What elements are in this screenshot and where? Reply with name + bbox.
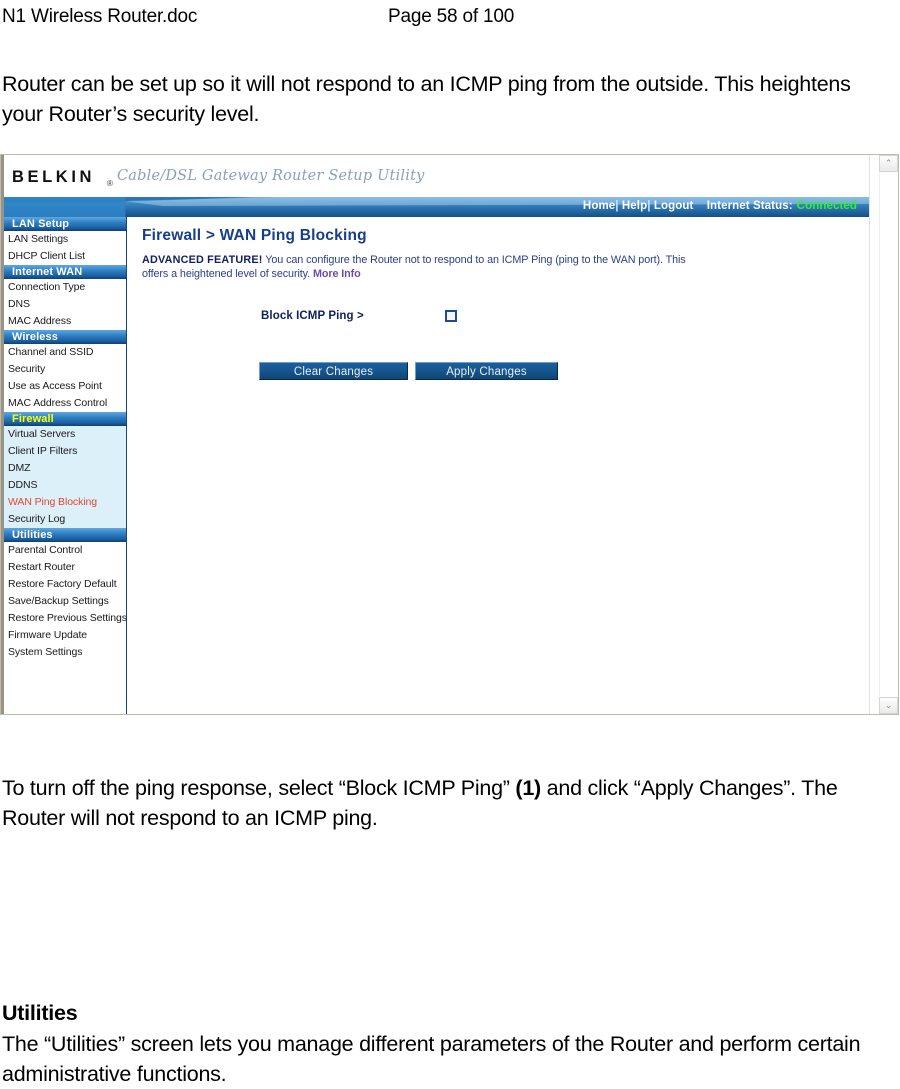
instruction-paragraph: To turn off the ping response, select “B…	[2, 773, 862, 833]
sidebar-item-restart-router[interactable]: Restart Router	[4, 559, 126, 576]
scroll-down-arrow-icon[interactable]: ⌄	[879, 697, 898, 714]
router-setup-utility-screenshot: BELKIN ® Cable/DSL Gateway Router Setup …	[0, 154, 899, 715]
nav-separator-2: |	[647, 200, 651, 212]
scrollbar-track[interactable]	[879, 173, 898, 696]
sidebar-group-lan-setup: LAN Settings DHCP Client List	[4, 231, 126, 265]
sidebar-item-restore-factory-default[interactable]: Restore Factory Default	[4, 576, 126, 593]
intro-paragraph: Router can be set up so it will not resp…	[2, 72, 851, 126]
instruction-callout-number: (1)	[515, 776, 541, 800]
sidebar-item-use-as-access-point[interactable]: Use as Access Point	[4, 378, 126, 395]
sidebar-section-lan-setup: LAN Setup	[4, 217, 126, 231]
sidebar-item-save-backup-settings[interactable]: Save/Backup Settings	[4, 593, 126, 610]
button-row: Clear Changes Apply Changes	[128, 362, 869, 380]
nav-home-link[interactable]: Home	[583, 200, 615, 212]
sidebar-section-firewall: Firewall	[4, 412, 126, 426]
utilities-heading: Utilities	[2, 1001, 78, 1025]
sidebar-item-lan-settings[interactable]: LAN Settings	[4, 231, 126, 248]
internet-status-value: Connected	[796, 200, 857, 212]
block-icmp-ping-checkbox[interactable]	[445, 310, 457, 322]
nav-separator-1: |	[615, 200, 619, 212]
sidebar-group-utilities: Parental Control Restart Router Restore Fa…	[4, 542, 127, 661]
top-nav-links: Home| Help| Logout Internet Status: Conne…	[583, 200, 857, 212]
top-navigation-bar: Home| Help| Logout Internet Status: Conne…	[4, 197, 869, 217]
content-pane: Firewall > WAN Ping Blocking ADVANCED FE…	[128, 217, 869, 714]
sidebar-group-internet-wan: Connection Type DNS MAC Address	[4, 279, 126, 330]
sidebar-item-security[interactable]: Security	[4, 361, 126, 378]
more-info-link[interactable]: More Info	[313, 268, 361, 280]
sidebar-group-wireless: Channel and SSID Security Use as Access Po…	[4, 344, 126, 412]
sidebar-section-utilities: Utilities	[4, 528, 126, 542]
sidebar-item-system-settings[interactable]: System Settings	[4, 644, 126, 661]
sidebar-item-restore-previous-settings[interactable]: Restore Previous Settings	[4, 610, 127, 627]
apply-changes-button[interactable]: Apply Changes	[415, 362, 558, 380]
sidebar-item-security-log[interactable]: Security Log	[4, 511, 126, 528]
sidebar-navigation: LAN Setup LAN Settings DHCP Client List Int…	[4, 217, 127, 714]
panel-description: ADVANCED FEATURE! You can configure the …	[142, 253, 702, 281]
utilities-paragraph: The “Utilities” screen lets you manage d…	[2, 1032, 861, 1086]
advanced-feature-label: ADVANCED FEATURE!	[142, 254, 263, 266]
page-title: Firewall > WAN Ping Blocking	[142, 227, 367, 244]
brand-tagline: Cable/DSL Gateway Router Setup Utility	[117, 168, 425, 184]
brand-band: BELKIN ® Cable/DSL Gateway Router Setup …	[4, 155, 869, 197]
clear-changes-button[interactable]: Clear Changes	[259, 362, 408, 380]
sidebar-item-dns[interactable]: DNS	[4, 296, 126, 313]
belkin-logo: BELKIN	[12, 168, 96, 186]
sidebar-item-channel-and-ssid[interactable]: Channel and SSID	[4, 344, 126, 361]
sidebar-item-mac-address-control[interactable]: MAC Address Control	[4, 395, 126, 412]
block-icmp-ping-row: Block ICMP Ping >	[128, 310, 869, 330]
document-filename: N1 Wireless Router.doc	[2, 6, 198, 27]
registered-trademark-icon: ®	[107, 179, 113, 188]
nav-logout-link[interactable]: Logout	[654, 200, 694, 212]
sidebar-item-mac-address[interactable]: MAC Address	[4, 313, 126, 330]
document-header: N1 Wireless Router.doc Page 58 of 100	[0, 6, 900, 30]
instruction-text-pre: To turn off the ping response, select “B…	[2, 776, 516, 800]
sidebar-item-dmz[interactable]: DMZ	[4, 460, 126, 477]
block-icmp-ping-label: Block ICMP Ping >	[261, 310, 364, 322]
sidebar-item-firmware-update[interactable]: Firmware Update	[4, 627, 126, 644]
sidebar-item-client-ip-filters[interactable]: Client IP Filters	[4, 443, 126, 460]
vertical-scrollbar[interactable]: ⌃ ⌄	[869, 155, 898, 714]
sidebar-group-firewall: Virtual Servers Client IP Filters DMZ DDNS W…	[4, 426, 126, 528]
sidebar-section-internet-wan: Internet WAN	[4, 265, 126, 279]
nav-help-link[interactable]: Help	[622, 200, 647, 212]
sidebar-section-wireless: Wireless	[4, 330, 126, 344]
sidebar-item-dhcp-client-list[interactable]: DHCP Client List	[4, 248, 126, 265]
scroll-up-arrow-icon[interactable]: ⌃	[879, 155, 898, 172]
sidebar-item-connection-type[interactable]: Connection Type	[4, 279, 126, 296]
sidebar-item-virtual-servers[interactable]: Virtual Servers	[4, 426, 126, 443]
sidebar-item-parental-control[interactable]: Parental Control	[4, 542, 126, 559]
sidebar-item-ddns[interactable]: DDNS	[4, 477, 126, 494]
internet-status-label: Internet Status:	[706, 200, 793, 212]
sidebar-item-wan-ping-blocking[interactable]: WAN Ping Blocking	[4, 494, 126, 511]
document-page-number: Page 58 of 100	[388, 6, 515, 27]
